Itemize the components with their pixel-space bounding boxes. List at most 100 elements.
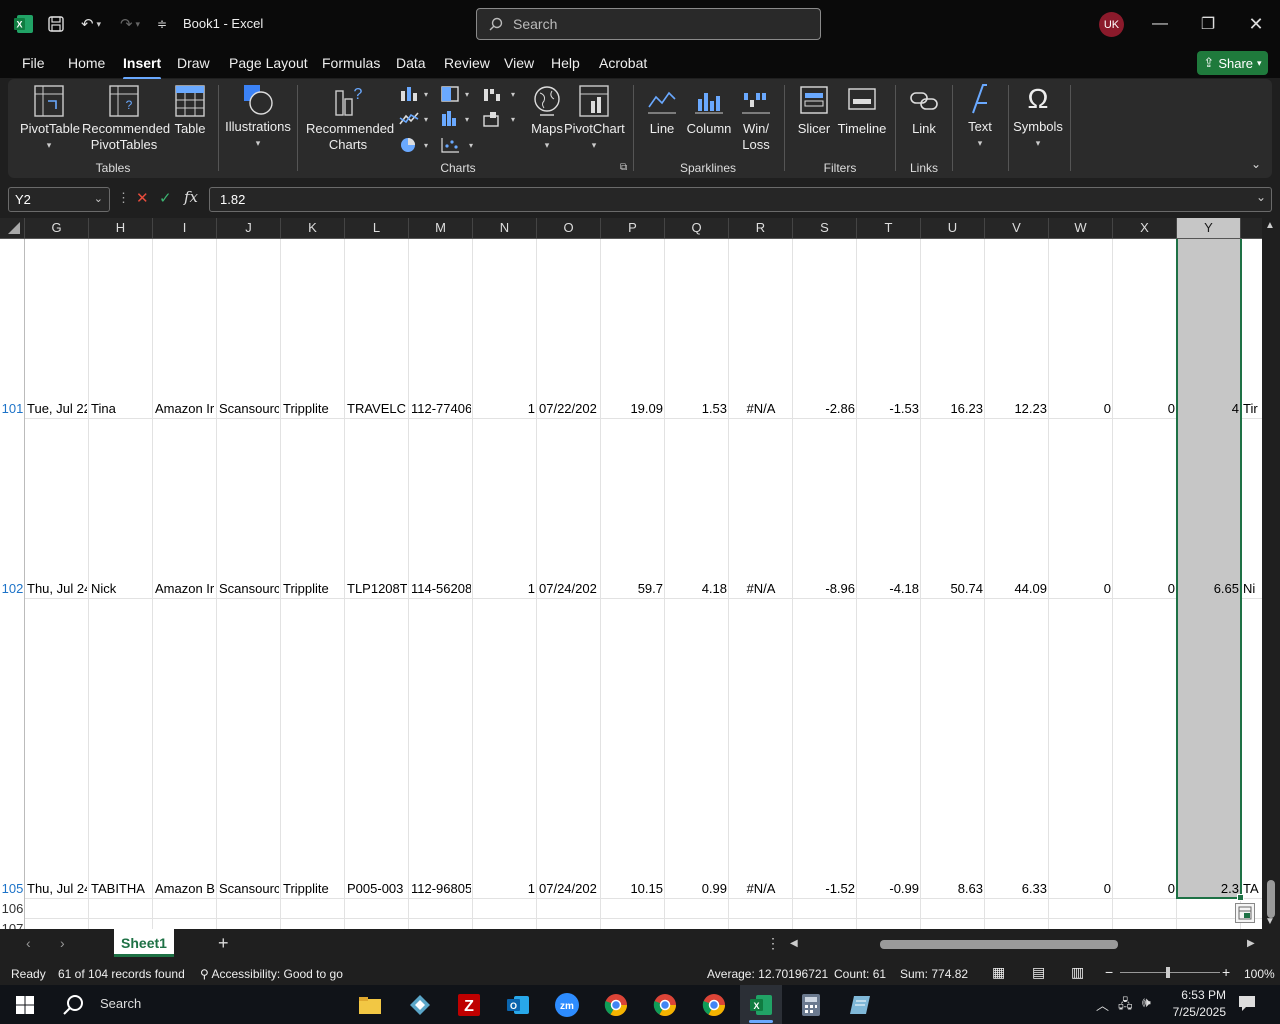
insert-function-icon[interactable]: fx [184, 188, 198, 206]
chrome-icon[interactable] [601, 990, 631, 1020]
tab-data[interactable]: Data [396, 55, 426, 71]
cell-v102[interactable]: 44.09 [987, 581, 1047, 597]
cell-u105[interactable]: 8.63 [923, 881, 983, 897]
cell-q102[interactable]: 4.18 [667, 581, 727, 597]
cell-u101[interactable]: 16.23 [923, 401, 983, 417]
row-header-102[interactable]: 102 [0, 581, 25, 596]
cell-p101[interactable]: 19.09 [603, 401, 663, 417]
cell-w101[interactable]: 0 [1051, 401, 1111, 417]
cell-j102[interactable]: Scansourc [219, 581, 279, 597]
cell-m105[interactable]: 112-96805 [411, 881, 471, 897]
cell-r101[interactable]: #N/A [731, 401, 791, 417]
zoom-slider[interactable] [1120, 972, 1220, 973]
column-header-v[interactable]: V [985, 218, 1049, 238]
tab-view[interactable]: View [504, 55, 534, 71]
line-chart-dropdown[interactable]: ▾ [396, 110, 430, 132]
cell-y105[interactable]: 2.3 [1179, 881, 1239, 897]
search-box[interactable]: Search [476, 8, 821, 40]
cell-i105[interactable]: Amazon B [155, 881, 215, 897]
next-sheet-icon[interactable]: › [60, 935, 65, 951]
column-header-k[interactable]: K [281, 218, 345, 238]
cell-t101[interactable]: -1.53 [859, 401, 919, 417]
customize-qat-icon[interactable]: ≑ [154, 14, 170, 34]
cell-y101[interactable]: 4 [1179, 401, 1239, 417]
cell-z105[interactable]: TA [1243, 881, 1262, 897]
column-header-g[interactable]: G [25, 218, 89, 238]
cell-o105[interactable]: 07/24/202 [539, 881, 599, 897]
cell-m102[interactable]: 114-56208 [411, 581, 471, 597]
taskbar-search-icon[interactable] [58, 990, 88, 1020]
cell-h101[interactable]: Tina [91, 401, 151, 417]
symbols-button[interactable]: Ω Symbols ▾ [1012, 83, 1064, 151]
select-all-corner[interactable] [0, 218, 25, 238]
cell-n105[interactable]: 1 [475, 881, 535, 897]
page-layout-view-icon[interactable]: ▤ [1032, 964, 1045, 981]
cell-h102[interactable]: Nick [91, 581, 151, 597]
recommended-pivottables-button[interactable]: ? Recommended PivotTables [82, 85, 170, 153]
waterfall-chart-dropdown[interactable]: ▾ [479, 85, 519, 107]
cell-n101[interactable]: 1 [475, 401, 535, 417]
row-header-106[interactable]: 106 [0, 901, 25, 916]
tab-draw[interactable]: Draw [177, 55, 210, 71]
formula-input[interactable]: 1.82 [209, 187, 1272, 212]
scroll-left-icon[interactable]: ◀ [790, 938, 798, 949]
cell-g101[interactable]: Tue, Jul 22 [27, 401, 87, 417]
tab-help[interactable]: Help [551, 55, 580, 71]
prev-sheet-icon[interactable]: ‹ [26, 935, 31, 951]
cell-q105[interactable]: 0.99 [667, 881, 727, 897]
zoom-level[interactable]: 100% [1244, 967, 1275, 981]
cell-s101[interactable]: -2.86 [795, 401, 855, 417]
taskbar-search-label[interactable]: Search [100, 996, 141, 1011]
accessibility-status[interactable]: ⚲ Accessibility: Good to go [200, 967, 343, 981]
cell-m101[interactable]: 112-77406 [411, 401, 471, 417]
tab-formulas[interactable]: Formulas [322, 55, 380, 71]
maps-button[interactable]: Maps ▾ [525, 85, 569, 153]
tab-review[interactable]: Review [444, 55, 490, 71]
cell-j101[interactable]: Scansourc [219, 401, 279, 417]
cell-x105[interactable]: 0 [1115, 881, 1175, 897]
hierarchy-chart-dropdown[interactable]: ▾ [437, 85, 471, 107]
cell-r102[interactable]: #N/A [731, 581, 791, 597]
cell-y102[interactable]: 6.65 [1179, 581, 1239, 597]
vertical-scrollbar[interactable]: ▲ ▼ [1262, 218, 1280, 929]
save-icon[interactable] [46, 14, 66, 34]
scroll-down-icon[interactable]: ▼ [1265, 916, 1275, 927]
app-diamond-icon[interactable] [405, 990, 435, 1020]
cell-r105[interactable]: #N/A [731, 881, 791, 897]
tab-insert[interactable]: Insert [123, 55, 162, 80]
chrome-profile-3-icon[interactable] [699, 990, 729, 1020]
illustrations-button[interactable]: Illustrations ▾ [224, 83, 292, 151]
column-header-m[interactable]: M [409, 218, 473, 238]
zoom-out-button[interactable]: − [1105, 964, 1113, 980]
more-options-icon[interactable]: ⋮ [117, 190, 130, 206]
cell-o102[interactable]: 07/24/202 [539, 581, 599, 597]
windows-start-icon[interactable] [10, 990, 40, 1020]
column-header-h[interactable]: H [89, 218, 153, 238]
tab-acrobat[interactable]: Acrobat [599, 55, 647, 71]
table-button[interactable]: Table [170, 85, 210, 137]
cell-w102[interactable]: 0 [1051, 581, 1111, 597]
cell-x102[interactable]: 0 [1115, 581, 1175, 597]
cell-v101[interactable]: 12.23 [987, 401, 1047, 417]
tab-page-layout[interactable]: Page Layout [229, 55, 308, 71]
cell-t105[interactable]: -0.99 [859, 881, 919, 897]
pivottable-button[interactable]: PivotTable ▾ [20, 85, 80, 153]
cell-i102[interactable]: Amazon Ir [155, 581, 215, 597]
show-hidden-icons[interactable]: ︿ [1096, 995, 1109, 1014]
cell-n102[interactable]: 1 [475, 581, 535, 597]
cell-w105[interactable]: 0 [1051, 881, 1111, 897]
cell-l105[interactable]: P005-003 [347, 881, 407, 897]
collapse-ribbon-icon[interactable]: ⌄ [1251, 157, 1261, 171]
cell-h105[interactable]: TABITHA [91, 881, 151, 897]
cell-o101[interactable]: 07/22/202 [539, 401, 599, 417]
sparkline-column-button[interactable]: Column [685, 85, 733, 137]
file-explorer-icon[interactable] [355, 990, 385, 1020]
column-header-t[interactable]: T [857, 218, 921, 238]
cell-i101[interactable]: Amazon Ir [155, 401, 215, 417]
cell-t102[interactable]: -4.18 [859, 581, 919, 597]
enter-icon[interactable]: ✓ [159, 189, 172, 207]
undo-icon[interactable]: ↶ ▾ [76, 14, 106, 34]
tab-home[interactable]: Home [68, 55, 105, 71]
sheet-tab-sheet1[interactable]: Sheet1 [114, 929, 174, 957]
cell-k101[interactable]: Tripplite [283, 401, 343, 417]
